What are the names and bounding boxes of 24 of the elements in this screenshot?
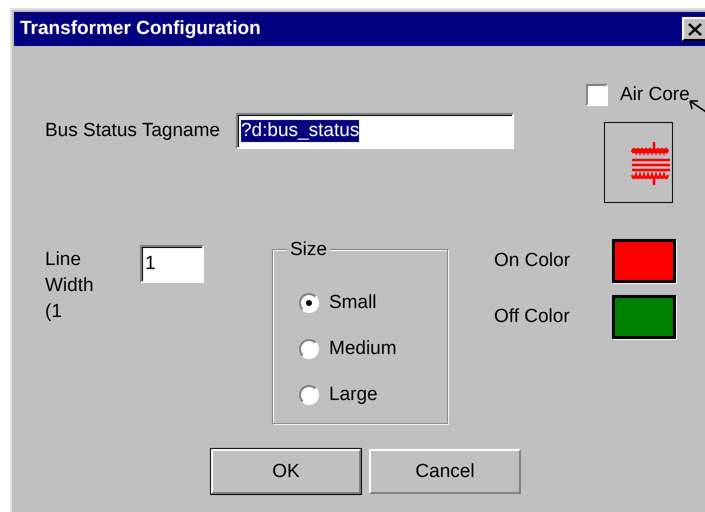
radio-label: Large xyxy=(329,384,378,406)
checkbox-label: Air Core xyxy=(620,84,690,106)
color-label: Off Color xyxy=(494,306,570,328)
transformer-icon xyxy=(628,140,672,186)
radio-button[interactable] xyxy=(299,293,319,313)
close-icon xyxy=(688,22,702,36)
checkbox[interactable] xyxy=(586,84,608,106)
close-button[interactable] xyxy=(682,17,705,41)
color-swatch[interactable] xyxy=(612,239,676,283)
radio-label: Medium xyxy=(329,338,397,360)
radio-button[interactable] xyxy=(299,339,319,359)
radio-label: Small xyxy=(329,292,377,314)
window-title: Transformer Configuration xyxy=(20,18,261,40)
field-label: Bus Status Tagname xyxy=(45,120,220,142)
radio-button[interactable] xyxy=(299,385,319,405)
color-swatch[interactable] xyxy=(612,295,676,339)
line-width-field[interactable]: 1 xyxy=(140,245,204,283)
tagname-field[interactable]: ?d:bus_status xyxy=(236,113,514,149)
field-value: 1 xyxy=(145,253,156,275)
field-label: Line Width (1 xyxy=(45,248,95,324)
field-value: ?d:bus_status xyxy=(240,120,360,142)
dialog-button[interactable]: Cancel xyxy=(369,449,521,494)
color-label: On Color xyxy=(494,250,570,272)
dialog-button[interactable]: OK xyxy=(211,449,361,494)
